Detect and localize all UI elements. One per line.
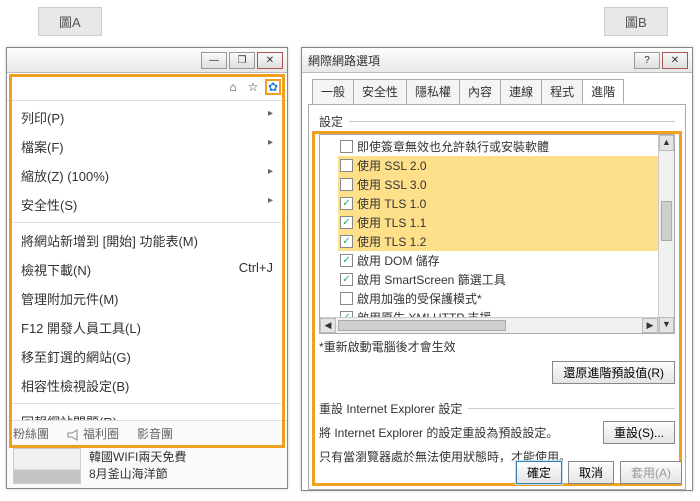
toolbar: ⌂ ☆ ✿ (7, 73, 287, 101)
setting-label: 啟用 SmartScreen 篩選工具 (357, 271, 506, 288)
shortcut-label: Ctrl+J (239, 260, 273, 279)
checkbox[interactable]: ✓ (340, 197, 353, 210)
checkbox[interactable] (340, 159, 353, 172)
setting-item[interactable]: ✓ 使用 TLS 1.2 (338, 232, 674, 251)
tab-一般[interactable]: 一般 (312, 79, 354, 104)
minimize-button[interactable]: — (201, 52, 227, 69)
ok-button[interactable]: 確定 (516, 461, 562, 484)
restore-defaults-button[interactable]: 還原進階預設值(R) (552, 361, 675, 384)
checkbox[interactable]: ✓ (340, 273, 353, 286)
scroll-left-button[interactable]: ◀ (320, 318, 336, 333)
setting-item[interactable]: ✓ 啟用 SmartScreen 篩選工具 (338, 270, 674, 289)
megaphone-icon (67, 429, 81, 441)
setting-label: 使用 TLS 1.2 (357, 233, 426, 250)
maximize-button[interactable]: ❐ (229, 52, 255, 69)
gear-icon[interactable]: ✿ (265, 79, 281, 95)
favorites-icon[interactable]: ☆ (245, 79, 261, 95)
menu-addons[interactable]: 管理附加元件(M) (7, 284, 287, 313)
reset-button[interactable]: 重設(S)... (603, 421, 675, 444)
submenu-arrow-icon: ▸ (268, 108, 273, 127)
tab-安全性[interactable]: 安全性 (353, 79, 407, 104)
page-content: 粉絲團 福利圈 影音團 韓國WIFI兩天免費 8月釜山海洋節 (7, 420, 287, 488)
setting-label: 啟用 DOM 儲存 (357, 252, 440, 269)
checkbox[interactable] (340, 292, 353, 305)
article-item[interactable]: 韓國WIFI兩天免費 8月釜山海洋節 (13, 448, 281, 484)
internet-options-dialog: 網際網路選項 ? ✕ 一般安全性隱私權內容連線程式進階 設定 即使簽章無效也允許… (301, 47, 693, 491)
menu-safety[interactable]: 安全性(S)▸ (7, 190, 287, 219)
menu-pinned[interactable]: 移至釘選的網站(G) (7, 342, 287, 371)
thumbnail-image (13, 448, 81, 484)
setting-item[interactable]: 即使簽章無效也允許執行或安裝軟體 (338, 137, 674, 156)
restart-note: *重新啟動電腦後才會生效 (319, 338, 675, 355)
tab-panel-advanced: 設定 即使簽章無效也允許執行或安裝軟體使用 SSL 2.0使用 SSL 3.0✓… (308, 104, 686, 490)
checkbox[interactable]: ✓ (340, 216, 353, 229)
horizontal-scrollbar[interactable]: ◀ ▶ (320, 317, 658, 333)
menu-separator (13, 403, 281, 404)
article-text: 韓國WIFI兩天免費 8月釜山海洋節 (89, 449, 186, 483)
scroll-thumb[interactable] (661, 201, 672, 241)
menu-file[interactable]: 檔案(F)▸ (7, 132, 287, 161)
checkbox[interactable]: ✓ (340, 254, 353, 267)
menu-f12[interactable]: F12 開發人員工具(L) (7, 313, 287, 342)
menu-add-start[interactable]: 將網站新增到 [開始] 功能表(M) (7, 226, 287, 255)
reset-description: 將 Internet Explorer 的設定重設為預設設定。 (319, 424, 558, 441)
titlebar: 網際網路選項 ? ✕ (302, 48, 692, 73)
submenu-arrow-icon: ▸ (268, 195, 273, 214)
dialog-title: 網際網路選項 (308, 52, 380, 69)
setting-item[interactable]: 使用 SSL 2.0 (338, 156, 674, 175)
tab-隱私權[interactable]: 隱私權 (406, 79, 460, 104)
scroll-right-button[interactable]: ▶ (642, 318, 658, 333)
dialog-buttons: 確定 取消 套用(A) (516, 461, 682, 484)
setting-label: 使用 SSL 3.0 (357, 176, 427, 193)
close-button[interactable]: ✕ (662, 52, 688, 69)
tab-bar: 一般安全性隱私權內容連線程式進階 (312, 79, 686, 104)
menu-print[interactable]: 列印(P)▸ (7, 103, 287, 132)
scroll-thumb[interactable] (338, 320, 506, 331)
close-button[interactable]: ✕ (257, 52, 283, 69)
checkbox[interactable] (340, 178, 353, 191)
setting-label: 使用 TLS 1.1 (357, 214, 426, 231)
tab-程式[interactable]: 程式 (541, 79, 583, 104)
checkbox[interactable] (340, 140, 353, 153)
scroll-up-button[interactable]: ▲ (659, 135, 674, 151)
setting-item[interactable]: ✓ 使用 TLS 1.1 (338, 213, 674, 232)
home-icon[interactable]: ⌂ (225, 79, 241, 95)
setting-label: 啟用加強的受保護模式* (357, 290, 482, 307)
cancel-button[interactable]: 取消 (568, 461, 614, 484)
setting-label: 使用 SSL 2.0 (357, 157, 427, 174)
menu-downloads[interactable]: 檢視下載(N)Ctrl+J (7, 255, 287, 284)
checkbox[interactable]: ✓ (340, 235, 353, 248)
settings-list: 即使簽章無效也允許執行或安裝軟體使用 SSL 2.0 使用 SSL 3.0 ✓ 使用 … (319, 134, 675, 334)
settings-group-header: 設定 (319, 113, 675, 130)
setting-item[interactable]: ✓ 使用 TLS 1.0 (338, 194, 674, 213)
setting-item[interactable]: 使用 SSL 3.0 (338, 175, 674, 194)
setting-item[interactable]: 啟用加強的受保護模式* (338, 289, 674, 308)
scroll-down-button[interactable]: ▼ (659, 317, 674, 333)
titlebar: — ❐ ✕ (7, 48, 287, 73)
tab-連線[interactable]: 連線 (500, 79, 542, 104)
tab-進階[interactable]: 進階 (582, 79, 624, 104)
figure-b-label: 圖B (604, 7, 668, 36)
menu-compat[interactable]: 相容性檢視設定(B) (7, 371, 287, 400)
menu-separator (13, 222, 281, 223)
vertical-scrollbar[interactable]: ▲ ▼ (658, 135, 674, 333)
setting-label: 即使簽章無效也允許執行或安裝軟體 (357, 138, 549, 155)
figure-a-label: 圖A (38, 7, 102, 36)
submenu-arrow-icon: ▸ (268, 137, 273, 156)
menu-zoom[interactable]: 縮放(Z) (100%)▸ (7, 161, 287, 190)
page-tab[interactable]: 粉絲團 (13, 425, 49, 442)
setting-item[interactable]: ✓ 啟用 DOM 儲存 (338, 251, 674, 270)
setting-label: 使用 TLS 1.0 (357, 195, 426, 212)
help-button[interactable]: ? (634, 52, 660, 69)
browser-window: — ❐ ✕ ⌂ ☆ ✿ 列印(P)▸ 檔案(F)▸ 縮放(Z) (100%)▸ … (6, 47, 288, 489)
reset-group-header: 重設 Internet Explorer 設定 (319, 400, 675, 417)
page-tab[interactable]: 福利圈 (67, 425, 119, 442)
page-tab[interactable]: 影音團 (137, 425, 173, 442)
submenu-arrow-icon: ▸ (268, 166, 273, 185)
apply-button[interactable]: 套用(A) (620, 461, 682, 484)
tab-內容[interactable]: 內容 (459, 79, 501, 104)
